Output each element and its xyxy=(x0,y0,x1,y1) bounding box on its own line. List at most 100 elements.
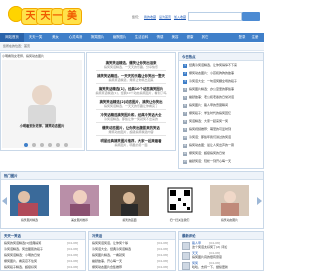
cold-joke-link[interactable]: 搞笑图片精选，一看就笑 xyxy=(92,253,125,257)
joke-link[interactable]: 搞笑的笑话精选[1]经典搞笑 xyxy=(4,241,41,245)
hot-list-title: 今日热点 xyxy=(182,55,196,59)
slide-dot[interactable] xyxy=(48,143,52,147)
hot-picture-caption[interactable]: 美女图片推荐 xyxy=(60,218,99,222)
nav-item[interactable]: 心灵鸡汤 xyxy=(65,33,86,42)
nav-item-home[interactable]: 网站首页 xyxy=(0,33,24,42)
avatar[interactable] xyxy=(182,242,190,250)
hot-list-item[interactable]: 13 幽默笑话：轻松一刻开心每一天 xyxy=(183,159,231,164)
jokes-column-title: 天天一笑话 xyxy=(4,234,21,238)
nav-item[interactable]: 其它 xyxy=(198,33,212,42)
nav-item[interactable]: 搞笑图片 xyxy=(87,33,108,42)
hot-list-item[interactable]: 6 搞笑图片：路人甲的奇葩瞬间 xyxy=(183,103,228,108)
joke-link[interactable]: 爆笑图片，看完忍不住笑 xyxy=(4,259,37,263)
avatar[interactable] xyxy=(182,262,190,270)
cold-jokes-column: 冷笑话 搞笑笑话笑话，让你笑个够 [04-08] 冷笑话大全，经典冷笑话精选 [… xyxy=(88,231,176,271)
hot-list-item[interactable]: 3 冷笑话大全：一句话笑翻全场的段子 xyxy=(183,79,237,84)
photo-icon xyxy=(60,185,99,216)
favorites-link[interactable]: 我的收藏 xyxy=(144,15,156,19)
hot-picture-caption[interactable]: 搞笑的画面 xyxy=(110,218,149,222)
comment-text[interactable]: 搞笑图片真的很有意思 xyxy=(192,255,222,259)
divider xyxy=(96,83,166,84)
joke-date: [04-08] xyxy=(67,265,79,269)
cold-jokes-header: 冷笑话 xyxy=(89,232,175,240)
jokes-column: 天天一笑话 搞笑的笑话精选[1]经典搞笑 [04-08] 冷笑话精选，笑出腹肌的… xyxy=(0,231,86,271)
nav-item[interactable]: 美女 xyxy=(47,33,64,42)
hot-picture-thumb[interactable] xyxy=(60,185,99,216)
hot-pictures-title: 热门图片 xyxy=(4,174,18,178)
hot-pictures-header: 热门图片 xyxy=(1,172,263,180)
news-summary: 搞笑笑话精选，一天天的乐趣，分享快乐 xyxy=(103,65,158,69)
photo-icon xyxy=(110,185,149,216)
hot-list-item[interactable]: 12 爆笑笑话：超级搞笑的日常 xyxy=(183,151,225,156)
news-summary: 爆笑动态图片，超级搞笑精选内容 xyxy=(108,130,154,134)
hot-list-item[interactable]: 9 搞笑视频推荐：萌宠的可爱时刻 xyxy=(183,127,231,132)
latest-comments-column: 最新评论 路人甲 [04-08] 这个笑话太好笑了(2) 评论 天天 [04-0… xyxy=(178,231,264,271)
joke-link[interactable]: 冷笑话精选，笑出腹肌的段子 xyxy=(4,247,43,251)
cold-joke-date: [04-08] xyxy=(157,265,169,269)
slide-dot[interactable] xyxy=(32,143,36,147)
jokes-column-header: 天天一笑话 xyxy=(1,232,85,240)
nav-item[interactable]: 幽默图片 xyxy=(109,33,130,42)
divider xyxy=(96,135,166,136)
hot-list-item[interactable]: 8 笑话精选：大家一起来笑一笑 xyxy=(183,119,228,124)
hot-list-box: 今日热点 1 经典冷笑话精选，让你笑得停不下来 2 爆笑动态图片：小孩和狗狗的故事 … xyxy=(178,52,264,169)
latest-comments-title: 最新评论 xyxy=(182,234,196,238)
top-label: 您们： xyxy=(132,15,142,19)
cold-joke-link[interactable]: 搞笑笑话笑话，让你笑个够 xyxy=(92,241,128,245)
news-summary: 搞笑笑话精选[1]，经典10个动态搞笑图片，看到了吗 xyxy=(95,91,167,95)
nav-item[interactable]: 生活百科 xyxy=(131,33,152,42)
search-input[interactable] xyxy=(188,12,242,21)
cold-joke-link[interactable]: 爆笑动态图片合集推荐 xyxy=(92,265,122,269)
slide-dot[interactable] xyxy=(64,143,68,147)
slide-image[interactable] xyxy=(2,60,82,148)
qr-code-icon xyxy=(160,185,199,216)
hot-list-item[interactable]: 7 爆笑段子：学生时代的搞笑回忆 xyxy=(183,111,231,116)
site-header: 天 天 一 美 您们： 我的收藏 设为首页 加入收藏 xyxy=(0,0,264,34)
slide-dot[interactable] xyxy=(56,143,60,147)
hot-picture-caption[interactable]: 搞笑动态图片 xyxy=(210,218,249,222)
qr-code-caption: 扫一扫关注我们 xyxy=(169,218,190,222)
nav-item[interactable]: 天天一笑 xyxy=(25,33,46,42)
comment-text[interactable]: 哈哈，支持一下，继续更新 xyxy=(192,265,228,269)
search-button[interactable] xyxy=(242,12,260,21)
slide-caption[interactable]: 小明看到女老师，搞笑动态图片 xyxy=(2,123,82,128)
register-link[interactable]: 注册 xyxy=(249,33,261,42)
main-nav: 网站首页 天天一笑 美女 心灵鸡汤 搞笑图片 幽默图片 生活百科 情感 美容 健… xyxy=(0,33,264,42)
cold-joke-link[interactable]: 幽默故事，开心每一天 xyxy=(92,259,122,263)
nav-item[interactable]: 情感 xyxy=(153,33,167,42)
qr-code xyxy=(160,185,199,216)
joke-link[interactable]: 搞笑笑话精选：小明的日常 xyxy=(4,253,40,257)
cold-joke-date: [04-08] xyxy=(157,241,169,245)
slide-title[interactable]: 小明看到女老师，搞笑动态图片 xyxy=(2,54,44,58)
slide-dot[interactable] xyxy=(24,143,28,147)
news-summary: 搞笑图片，明星的另一面 xyxy=(114,143,148,147)
hot-list-item[interactable]: 2 爆笑动态图片：小孩和狗狗的故事 xyxy=(183,71,234,76)
breadcrumb: 您所在的位置：首页 xyxy=(0,43,264,51)
cold-joke-link[interactable]: 冷笑话大全，经典冷笑话精选 xyxy=(92,247,131,251)
joke-date: [04-08] xyxy=(67,259,79,263)
hot-list-item[interactable]: 11 搞笑动态图：最让人笑出声的一幕 xyxy=(183,143,234,148)
set-homepage-link[interactable]: 设为首页 xyxy=(159,15,171,19)
hot-picture-thumb[interactable] xyxy=(10,185,49,216)
hot-list-item[interactable]: 5 幽默故事：老公和老婆的日常对话 xyxy=(183,95,234,100)
login-link[interactable]: 登录 xyxy=(236,33,248,42)
cold-joke-date: [04-08] xyxy=(157,259,169,263)
joke-date: [04-08] xyxy=(67,241,79,245)
hot-picture-thumb[interactable] xyxy=(210,185,249,216)
hot-list-item[interactable]: 10 冷笑话：那些年我们讲过的笑话 xyxy=(183,135,231,140)
comment-text[interactable]: 这个笑话太好笑了(2) 评论 xyxy=(192,245,227,249)
joke-link[interactable]: 搞笑段子精选，超级好笑 xyxy=(4,265,37,269)
scroll-left-arrow-icon[interactable] xyxy=(2,197,7,205)
site-logo[interactable]: 天 天 一 美 xyxy=(8,4,82,28)
nav-item[interactable]: 健康 xyxy=(183,33,197,42)
hot-list-item[interactable]: 4 搞笑图片精选：办公室里的那些事 xyxy=(183,87,234,92)
divider xyxy=(96,96,166,97)
hot-list-item[interactable]: 1 经典冷笑话精选，让你笑得停不下来 xyxy=(183,63,237,68)
slide-dot[interactable] xyxy=(40,143,44,147)
nav-item[interactable]: 美容 xyxy=(168,33,182,42)
hot-picture-caption[interactable]: 搞笑图片精选 xyxy=(10,218,49,222)
add-bookmark-link[interactable]: 加入收藏 xyxy=(174,15,186,19)
hot-picture-thumb[interactable] xyxy=(110,185,149,216)
avatar[interactable] xyxy=(182,252,190,260)
scroll-right-arrow-icon[interactable] xyxy=(257,197,262,205)
